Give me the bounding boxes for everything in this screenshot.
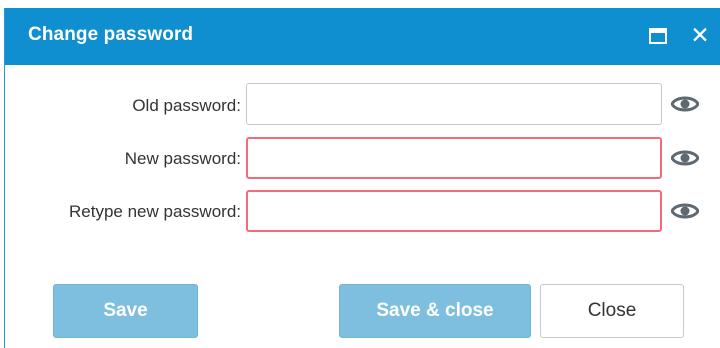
save-and-close-button[interactable]: Save & close (339, 284, 531, 338)
dialog-title: Change password (28, 24, 194, 45)
new-password-label: New password: (124, 149, 241, 168)
eye-icon[interactable] (671, 94, 699, 114)
close-icon[interactable]: ✕ (688, 22, 712, 48)
dialog-titlebar: Change password ✕ (5, 8, 720, 65)
new-password-input[interactable] (246, 137, 662, 179)
old-password-input[interactable] (246, 83, 662, 125)
retype-password-label: Retype new password: (69, 202, 241, 221)
close-button[interactable]: Close (540, 284, 684, 338)
change-password-dialog: Change password ✕ Old password: New pass… (4, 8, 720, 348)
save-button[interactable]: Save (53, 284, 198, 338)
eye-icon[interactable] (671, 201, 699, 221)
retype-password-input[interactable] (246, 190, 662, 232)
old-password-label: Old password: (132, 96, 241, 115)
eye-icon[interactable] (671, 148, 699, 168)
maximize-icon[interactable] (649, 28, 667, 44)
